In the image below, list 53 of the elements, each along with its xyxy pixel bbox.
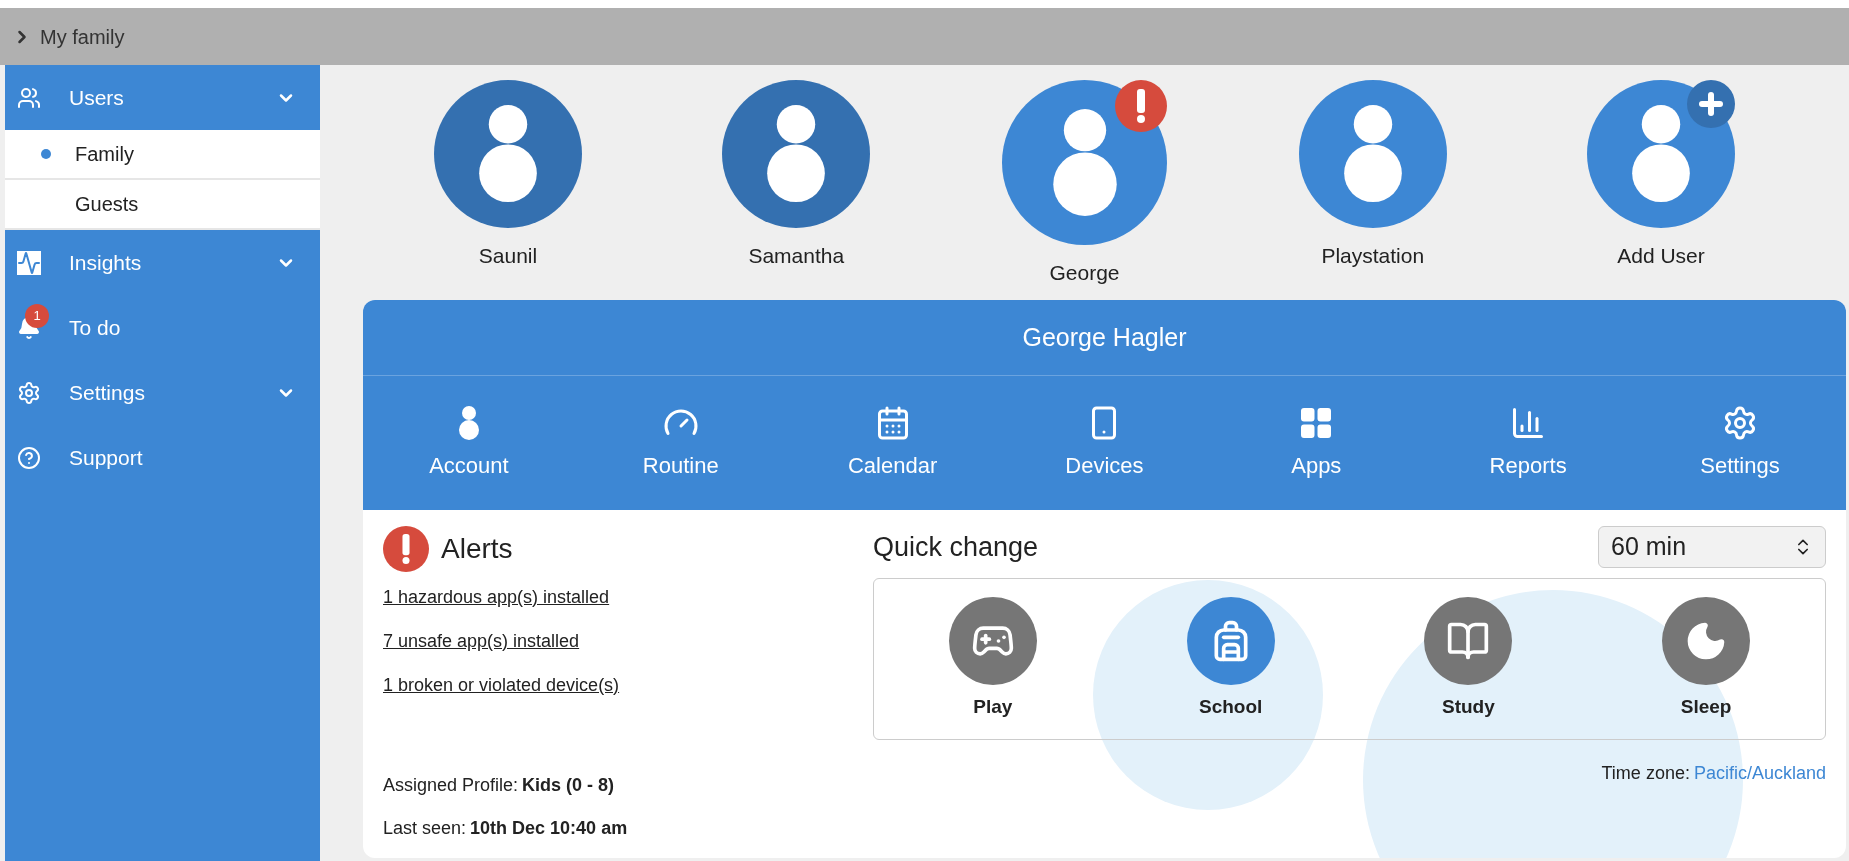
alerts-heading: Alerts bbox=[441, 532, 513, 566]
profile-tab[interactable]: Reports bbox=[1458, 404, 1599, 482]
notification-badge: 1 bbox=[25, 303, 49, 328]
time-zone-label: Time zone: bbox=[1601, 762, 1690, 785]
sidebar-label: Users bbox=[69, 84, 125, 111]
alert-link[interactable]: 7 unsafe app(s) installed bbox=[383, 628, 580, 655]
user-name: Playstation bbox=[1321, 243, 1425, 269]
sidebar-subitem[interactable]: Family bbox=[5, 130, 320, 180]
person-silhouette-icon bbox=[1632, 104, 1690, 204]
profile-tab[interactable]: Devices bbox=[1034, 404, 1175, 482]
person-icon bbox=[456, 404, 481, 441]
person-silhouette-icon bbox=[1343, 104, 1402, 204]
quick-change-heading: Quick change bbox=[873, 530, 1039, 564]
profile-name: George Hagler bbox=[1022, 321, 1187, 353]
sidebar-item[interactable]: Support bbox=[5, 425, 320, 490]
assigned-profile-label: Assigned Profile: bbox=[383, 774, 519, 797]
profile-tab[interactable]: Apps bbox=[1246, 404, 1387, 482]
person-silhouette-icon bbox=[1052, 107, 1117, 218]
user-name: Add User bbox=[1617, 243, 1705, 269]
pulse-icon bbox=[17, 250, 41, 275]
settings-icon bbox=[1722, 404, 1758, 441]
breadcrumb-link[interactable]: My family bbox=[40, 21, 125, 52]
sidebar-item[interactable]: Settings bbox=[5, 360, 320, 425]
user-name: George bbox=[1049, 260, 1120, 286]
users-icon bbox=[17, 85, 41, 110]
sidebar-item[interactable]: 1 To do bbox=[5, 295, 320, 360]
alert-link[interactable]: 1 broken or violated device(s) bbox=[383, 672, 620, 699]
sidebar-subitem[interactable]: Guests bbox=[5, 180, 320, 230]
last-seen-value: 10th Dec 10:40 am bbox=[470, 817, 628, 840]
last-seen-label: Last seen: bbox=[383, 817, 467, 840]
user-name: Samantha bbox=[748, 243, 845, 269]
assigned-profile-value: Kids (0 - 8) bbox=[522, 774, 615, 797]
sidebar-label: Settings bbox=[69, 379, 146, 406]
duration-select[interactable]: 60 min bbox=[1598, 526, 1826, 568]
alert-badge-icon bbox=[1115, 80, 1167, 132]
profile-tab[interactable]: Settings bbox=[1670, 404, 1810, 482]
person-silhouette-icon bbox=[767, 104, 826, 204]
sidebar-item[interactable]: Insights bbox=[5, 230, 320, 295]
sidebar-label: Support bbox=[69, 444, 144, 471]
profile-tab[interactable]: Routine bbox=[610, 404, 751, 482]
help-icon bbox=[17, 445, 41, 470]
profile-tab[interactable]: Calendar bbox=[822, 404, 963, 482]
settings-icon bbox=[17, 380, 41, 405]
plus-badge-icon bbox=[1687, 80, 1735, 128]
sidebar-item[interactable]: Users bbox=[5, 65, 320, 130]
alert-link[interactable]: 1 hazardous app(s) installed bbox=[383, 584, 610, 611]
sidebar-label: Insights bbox=[69, 249, 143, 276]
profile-tab[interactable]: Account bbox=[398, 404, 539, 482]
person-silhouette-icon bbox=[479, 104, 537, 204]
sidebar-label: To do bbox=[69, 314, 122, 341]
time-zone-link[interactable]: Pacific/Auckland bbox=[1693, 760, 1826, 787]
user-name: Saunil bbox=[478, 243, 538, 269]
alert-icon bbox=[383, 526, 429, 572]
